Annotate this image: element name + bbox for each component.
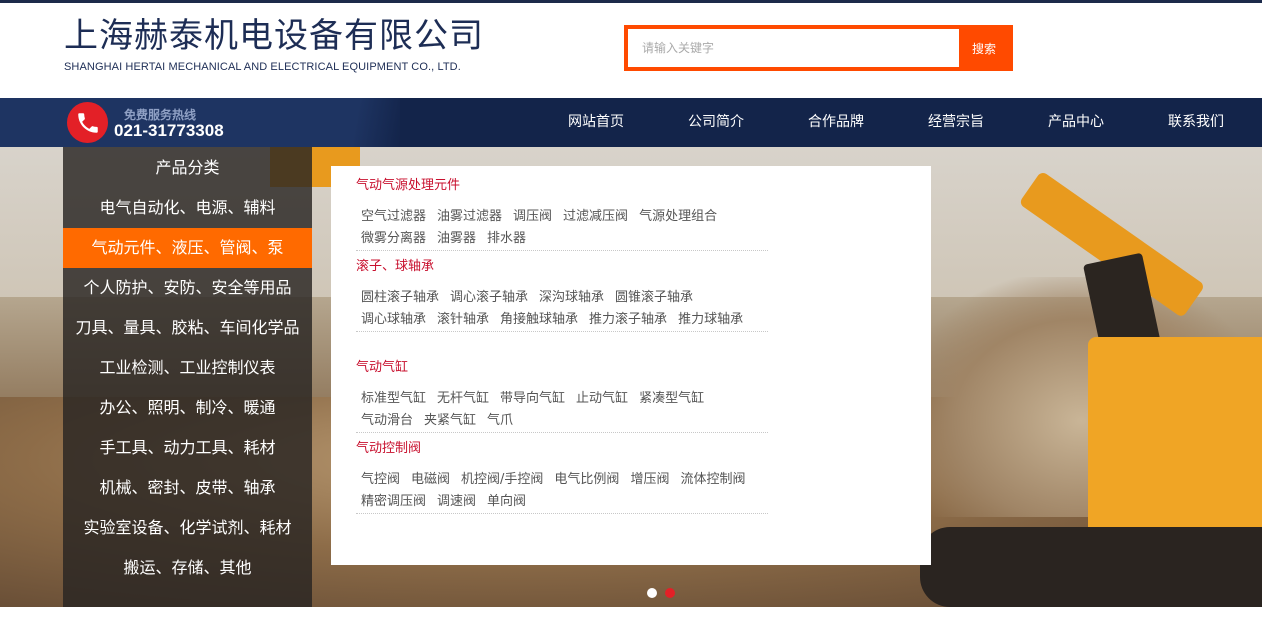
- category-sidebar: 产品分类 电气自动化、电源、辅料 气动元件、液压、管阀、泵 个人防护、安防、安全…: [63, 147, 312, 607]
- subcategory-link[interactable]: 角接触球轴承: [500, 310, 578, 330]
- phone-icon: [67, 102, 108, 143]
- slider-dot[interactable]: [647, 588, 657, 598]
- subcategory-link[interactable]: 推力滚子轴承: [589, 310, 667, 330]
- category-item[interactable]: 刀具、量具、胶粘、车间化学品: [63, 308, 312, 348]
- nav-item-about[interactable]: 公司简介: [656, 98, 776, 147]
- subcategory-link[interactable]: 气控阀: [361, 470, 400, 490]
- category-title: 产品分类: [155, 158, 220, 177]
- subcategory-link[interactable]: 止动气缸: [576, 389, 628, 409]
- subcategory-title[interactable]: 气动控制阀: [356, 439, 768, 459]
- nav-item-contact[interactable]: 联系我们: [1136, 98, 1256, 147]
- subcategory-link[interactable]: 标准型气缸: [361, 389, 426, 409]
- subcategory-link[interactable]: 气源处理组合: [639, 207, 717, 227]
- subcategory-link[interactable]: 推力球轴承: [678, 310, 743, 330]
- subcategory-title[interactable]: 气动气缸: [356, 358, 768, 378]
- subcategory-link[interactable]: 精密调压阀: [361, 492, 426, 512]
- subcategory-link[interactable]: 气爪: [487, 411, 513, 431]
- subcategory-link[interactable]: 调压阀: [513, 207, 552, 227]
- category-item[interactable]: 机械、密封、皮带、轴承: [63, 468, 312, 508]
- subcategory-link[interactable]: 紧凑型气缸: [639, 389, 704, 409]
- main-navbar: 免费服务热线 021-31773308 网站首页 公司简介 合作品牌 经营宗旨 …: [0, 98, 1262, 147]
- subcategory-link[interactable]: 油雾过滤器: [437, 207, 502, 227]
- nav-item-mission[interactable]: 经营宗旨: [896, 98, 1016, 147]
- category-dropdown-panel: 气动气源处理元件 空气过滤器 油雾过滤器 调压阀 过滤减压阀 气源处理组合微雾分离器 油雾…: [331, 166, 931, 565]
- subcategory-link[interactable]: 调心球轴承: [361, 310, 426, 330]
- subcategory-link[interactable]: 油雾器: [437, 229, 476, 249]
- banner-excavator-cab: [1088, 337, 1262, 537]
- subcategory-group: 气动控制阀 气控阀 电磁阀 机控阀/手控阀 电气比例阀 增压阀 流体控制阀精密调压阀 调速阀…: [356, 439, 768, 514]
- nav-menu: 网站首页 公司简介 合作品牌 经营宗旨 产品中心 联系我们: [536, 98, 1256, 147]
- category-item[interactable]: 个人防护、安防、安全等用品: [63, 268, 312, 308]
- subcategory-links: 空气过滤器 油雾过滤器 调压阀 过滤减压阀 气源处理组合微雾分离器 油雾器 排水器: [356, 205, 768, 251]
- subcategory-link[interactable]: 调速阀: [437, 492, 476, 512]
- category-item[interactable]: 搬运、存储、其他: [63, 548, 312, 588]
- subcategory-group: 滚子、球轴承 圆柱滚子轴承 调心滚子轴承 深沟球轴承 圆锥滚子轴承调心球轴承 滚针轴承角…: [356, 257, 768, 332]
- slider-dots: [647, 588, 675, 598]
- category-item[interactable]: 实验室设备、化学试剂、耗材: [63, 508, 312, 548]
- subcategory-link[interactable]: 圆锥滚子轴承: [615, 288, 693, 308]
- subcategory-link[interactable]: 微雾分离器: [361, 229, 426, 249]
- nav-item-home[interactable]: 网站首页: [536, 98, 656, 147]
- category-item-active[interactable]: 气动元件、液压、管阀、泵: [63, 228, 312, 268]
- subcategory-link[interactable]: 流体控制阀: [680, 470, 745, 490]
- subcategory-links: 圆柱滚子轴承 调心滚子轴承 深沟球轴承 圆锥滚子轴承调心球轴承 滚针轴承 角接触球轴承 推力…: [356, 286, 768, 332]
- subcategory-title[interactable]: 气动气源处理元件: [356, 176, 768, 196]
- category-item[interactable]: 办公、照明、制冷、暖通: [63, 388, 312, 428]
- subcategory-link[interactable]: 空气过滤器: [361, 207, 426, 227]
- subcategory-links: 标准型气缸 无杆气缸 带导向气缸 止动气缸 紧凑型气缸气动滑台 夹紧气缸 气爪: [356, 387, 768, 433]
- subcategory-link[interactable]: 电磁阀: [411, 470, 450, 490]
- company-logo-cn[interactable]: 上海赫泰机电设备有限公司: [64, 14, 484, 58]
- nav-item-products[interactable]: 产品中心: [1016, 98, 1136, 147]
- subcategory-links: 气控阀 电磁阀 机控阀/手控阀 电气比例阀 增压阀 流体控制阀精密调压阀 调速阀 单向阀: [356, 468, 768, 514]
- subcategory-link[interactable]: 调心滚子轴承: [450, 288, 528, 308]
- top-accent-line: [0, 0, 1262, 3]
- subcategory-group: 气动气缸 标准型气缸 无杆气缸 带导向气缸 止动气缸 紧凑型气缸气动滑台 夹紧气缸 气爪: [356, 358, 768, 433]
- subcategory-link[interactable]: 气动滑台: [361, 411, 413, 431]
- subcategory-link[interactable]: 无杆气缸: [437, 389, 489, 409]
- nav-item-brands[interactable]: 合作品牌: [776, 98, 896, 147]
- company-logo-en: SHANGHAI HERTAI MECHANICAL AND ELECTRICA…: [64, 61, 461, 73]
- search-button[interactable]: 搜索: [959, 29, 1009, 67]
- subcategory-link[interactable]: 增压阀: [630, 470, 669, 490]
- subcategory-link[interactable]: 单向阀: [487, 492, 526, 512]
- search-input[interactable]: [628, 29, 959, 67]
- subcategory-group: 气动气源处理元件 空气过滤器 油雾过滤器 调压阀 过滤减压阀 气源处理组合微雾分离器 油雾…: [356, 176, 768, 251]
- hotline-number: 021-31773308: [114, 121, 224, 140]
- search-box: 搜索: [624, 25, 1013, 71]
- subcategory-link[interactable]: 带导向气缸: [500, 389, 565, 409]
- category-item[interactable]: 手工具、动力工具、耗材: [63, 428, 312, 468]
- banner-excavator-track: [920, 527, 1262, 607]
- subcategory-link[interactable]: 深沟球轴承: [539, 288, 604, 308]
- subcategory-link[interactable]: 滚针轴承: [437, 310, 489, 330]
- subcategory-link[interactable]: 圆柱滚子轴承: [361, 288, 439, 308]
- subcategory-link[interactable]: 过滤减压阀: [563, 207, 628, 227]
- subcategory-link[interactable]: 机控阀/手控阀: [461, 470, 543, 490]
- subcategory-link[interactable]: 排水器: [487, 229, 526, 249]
- subcategory-title[interactable]: 滚子、球轴承: [356, 257, 768, 277]
- page-bottom-strip: [0, 607, 1262, 632]
- category-item[interactable]: 工业检测、工业控制仪表: [63, 348, 312, 388]
- subcategory-link[interactable]: 夹紧气缸: [424, 411, 476, 431]
- subcategory-link[interactable]: 电气比例阀: [554, 470, 619, 490]
- slider-dot-active[interactable]: [665, 588, 675, 598]
- category-item[interactable]: 电气自动化、电源、辅料: [63, 188, 312, 228]
